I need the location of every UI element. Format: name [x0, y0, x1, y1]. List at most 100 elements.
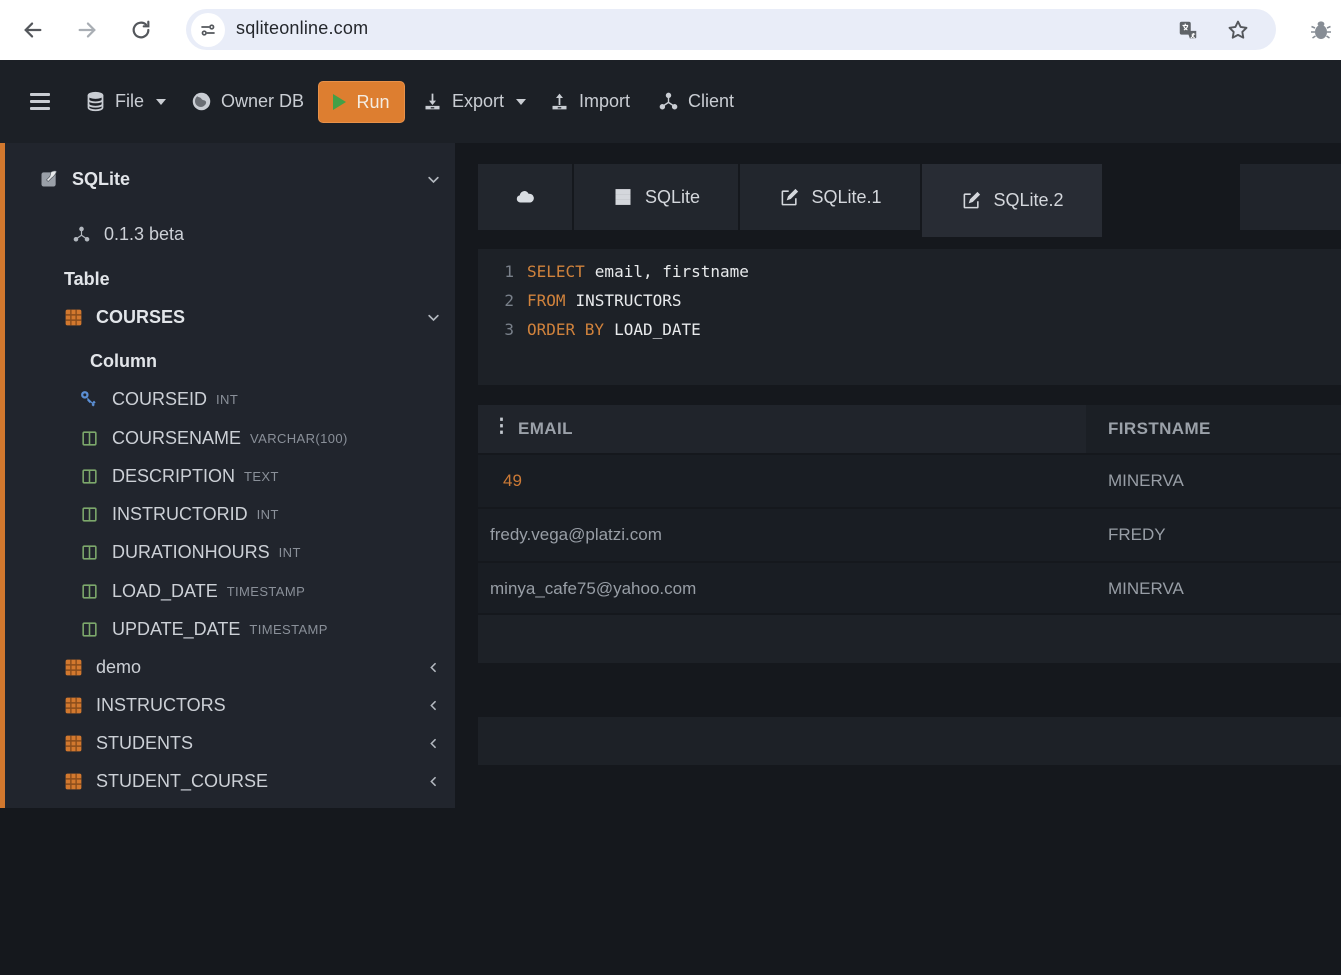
owner-db-button[interactable]: Owner DB: [190, 60, 304, 143]
translate-icon[interactable]: [1175, 17, 1201, 43]
chevron-down-icon[interactable]: [425, 309, 441, 325]
column-icon: [78, 618, 100, 640]
owner-db-label: Owner DB: [221, 91, 305, 111]
empty-result-band: [478, 615, 1341, 663]
chevron-left-icon[interactable]: [425, 659, 441, 675]
menu-button[interactable]: [30, 60, 50, 143]
network-nodes-icon: [657, 91, 679, 113]
cell-email[interactable]: minya_cafe75@yahoo.com: [490, 579, 696, 599]
chevron-down-icon[interactable]: [425, 171, 441, 187]
file-menu[interactable]: File: [84, 60, 167, 143]
column-icon: [78, 465, 100, 487]
sidebar-item-table-instructors[interactable]: INSTRUCTORS: [0, 686, 455, 724]
tab-sqlite-2-active[interactable]: SQLite.2: [922, 164, 1102, 237]
sql-editor[interactable]: 1 SELECT email, firstname 2 FROM INSTRUC…: [478, 249, 1341, 385]
address-bar[interactable]: sqliteonline.com: [186, 9, 1276, 50]
code-line: 3 ORDER BY LOAD_DATE: [478, 320, 1341, 342]
server-stack-icon: [612, 186, 634, 208]
forward-icon[interactable]: [70, 13, 104, 47]
cell-email[interactable]: 49: [503, 471, 522, 491]
database-icon: [84, 91, 106, 113]
reload-icon[interactable]: [124, 13, 158, 47]
table-row[interactable]: fredy.vega@platzi.com FREDY: [478, 509, 1341, 561]
sql-code: LOAD_DATE: [614, 320, 701, 339]
line-number: 1: [504, 262, 514, 281]
tab-overflow-area: [1240, 164, 1341, 230]
sidebar-item-column-description[interactable]: DESCRIPTION TEXT: [0, 457, 455, 495]
run-button[interactable]: Run: [318, 81, 405, 123]
cell-firstname[interactable]: MINERVA: [1108, 579, 1184, 599]
bug-extension-icon[interactable]: [1306, 15, 1336, 45]
network-nodes-icon: [70, 223, 92, 245]
column-type: INT: [216, 391, 239, 407]
line-number: 2: [504, 291, 514, 310]
back-icon[interactable]: [16, 13, 50, 47]
column-type: TIMESTAMP: [249, 621, 328, 637]
tab-sqlite[interactable]: SQLite: [574, 164, 738, 230]
column-name: UPDATE_DATE: [112, 618, 241, 639]
column-section-label: Column: [90, 350, 157, 371]
column-type: TEXT: [244, 468, 279, 484]
import-button[interactable]: Import: [548, 60, 630, 143]
chevron-down-icon: [156, 98, 167, 105]
column-header-firstname[interactable]: FIRSTNAME: [1108, 419, 1211, 439]
sidebar-item-table-demo[interactable]: demo: [0, 648, 455, 686]
sql-keyword: FROM: [527, 291, 566, 310]
tab-sqlite-1[interactable]: SQLite.1: [740, 164, 920, 230]
table-grid-icon: [62, 306, 84, 328]
run-label: Run: [356, 91, 390, 112]
export-menu[interactable]: Export: [421, 60, 527, 143]
sidebar-item-column-update-date[interactable]: UPDATE_DATE TIMESTAMP: [0, 610, 455, 648]
sidebar-item-table-courses[interactable]: COURSES: [0, 298, 455, 336]
column-header-email[interactable]: EMAIL: [518, 419, 573, 439]
sidebar-item-column-load-date[interactable]: LOAD_DATE TIMESTAMP: [0, 572, 455, 610]
cell-firstname[interactable]: MINERVA: [1108, 471, 1184, 491]
import-label: Import: [579, 91, 631, 111]
column-name: COURSEID: [112, 388, 208, 409]
column-icon: [78, 541, 100, 563]
app-toolbar: File Owner DB Run Export Import Client: [0, 60, 1341, 143]
column-type: VARCHAR(100): [250, 430, 348, 446]
sidebar-item-column-durationhours[interactable]: DURATIONHOURS INT: [0, 533, 455, 571]
empty-result-band: [478, 717, 1341, 765]
table-grid-icon: [62, 694, 84, 716]
line-number: 3: [504, 320, 514, 339]
bookmark-star-icon[interactable]: [1225, 17, 1251, 43]
sidebar-item-database[interactable]: SQLite: [0, 160, 455, 198]
sidebar-item-version[interactable]: 0.1.3 beta: [0, 215, 455, 253]
table-row[interactable]: minya_cafe75@yahoo.com MINERVA: [478, 563, 1341, 613]
app-window: sqliteonline.com File Owner DB Run Expor…: [0, 0, 1341, 808]
chevron-left-icon[interactable]: [425, 697, 441, 713]
column-name: COURSENAME: [112, 427, 242, 448]
url-text[interactable]: sqliteonline.com: [236, 18, 368, 39]
table-name: STUDENT_COURSE: [96, 770, 269, 791]
sidebar-item-table-students[interactable]: STUDENTS: [0, 724, 455, 762]
column-name: DURATIONHOURS: [112, 541, 270, 562]
chevron-left-icon[interactable]: [425, 735, 441, 751]
edit-icon: [778, 186, 800, 208]
edit-icon: [960, 190, 982, 212]
sidebar-item-column-instructorid[interactable]: INSTRUCTORID INT: [0, 495, 455, 533]
chevron-left-icon[interactable]: [425, 773, 441, 789]
file-label: File: [115, 91, 145, 111]
version-label: 0.1.3 beta: [104, 223, 185, 244]
cell-email[interactable]: fredy.vega@platzi.com: [490, 525, 662, 545]
code-line: 1 SELECT email, firstname: [478, 262, 1341, 284]
table-name: demo: [96, 656, 142, 677]
site-info-icon[interactable]: [191, 13, 225, 47]
client-button[interactable]: Client: [657, 60, 734, 143]
tab-cloud[interactable]: [478, 164, 572, 230]
column-icon: [78, 580, 100, 602]
table-section-label: Table: [64, 268, 110, 289]
export-label: Export: [452, 91, 505, 111]
sqlite-feather-icon: [38, 168, 60, 190]
sidebar-item-column-coursename[interactable]: COURSENAME VARCHAR(100): [0, 419, 455, 457]
table-row[interactable]: 49 MINERVA: [478, 455, 1341, 507]
upload-icon: [548, 91, 570, 113]
sidebar-item-column-courseid[interactable]: COURSEID INT: [0, 380, 455, 418]
globe-icon: [190, 91, 212, 113]
cell-firstname[interactable]: FREDY: [1108, 525, 1166, 545]
sidebar-item-table-student-course[interactable]: STUDENT_COURSE: [0, 762, 455, 800]
row-menu-icon[interactable]: ⋮: [492, 416, 511, 439]
column-section-header: Column: [0, 342, 455, 380]
